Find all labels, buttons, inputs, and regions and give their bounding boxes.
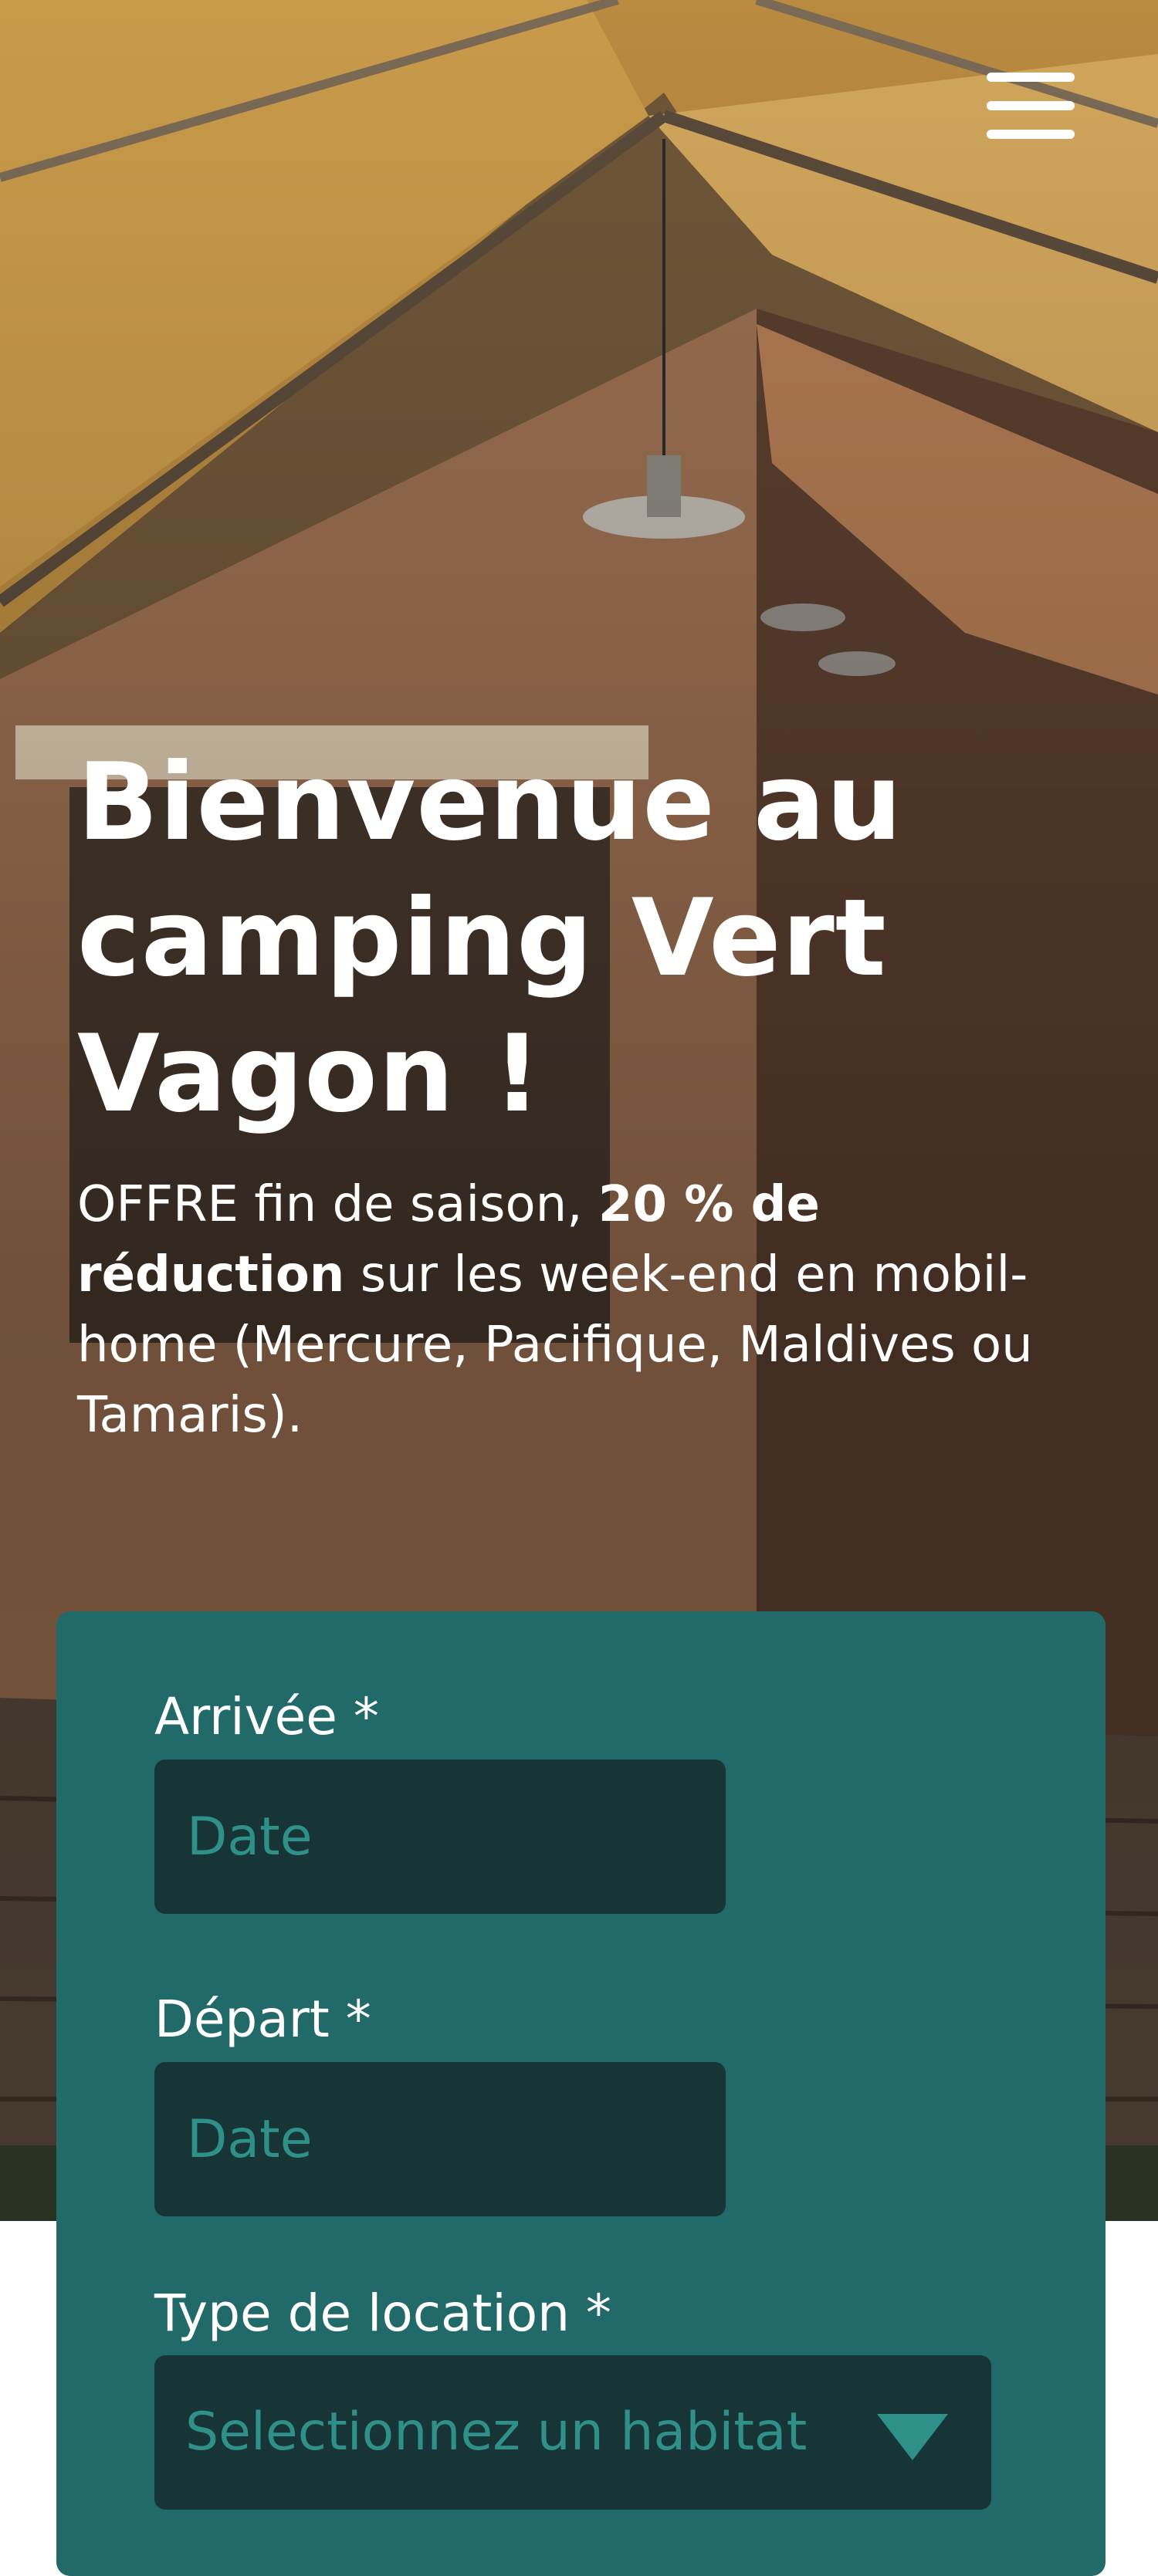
arrival-date-input[interactable] <box>154 1760 726 1914</box>
triangle-down-icon <box>877 2414 948 2460</box>
offer-highlight-reduction: réduction <box>77 1246 345 1303</box>
menu-button[interactable] <box>980 68 1081 145</box>
rental-type-select[interactable]: Selectionnez un habitat <box>154 2355 991 2510</box>
arrival-label: Arrivée * <box>154 1687 379 1746</box>
hamburger-menu-icon <box>987 130 1075 139</box>
departure-label: Départ * <box>154 1989 371 2049</box>
hamburger-menu-icon <box>987 73 1075 82</box>
offer-prefix: OFFRE fin de saison, <box>77 1176 598 1233</box>
rental-type-label: Type de location * <box>154 2284 611 2343</box>
offer-highlight-discount: 20 % de <box>598 1176 820 1233</box>
promo-offer-text: OFFRE fin de saison, 20 % de réduction su… <box>77 1170 1081 1451</box>
page-title: Bienvenue au camping Vert Vagon ! <box>77 740 903 1136</box>
rental-type-selected-value: Selectionnez un habitat <box>185 2402 808 2463</box>
hamburger-menu-icon <box>987 101 1075 110</box>
departure-date-input[interactable] <box>154 2062 726 2216</box>
